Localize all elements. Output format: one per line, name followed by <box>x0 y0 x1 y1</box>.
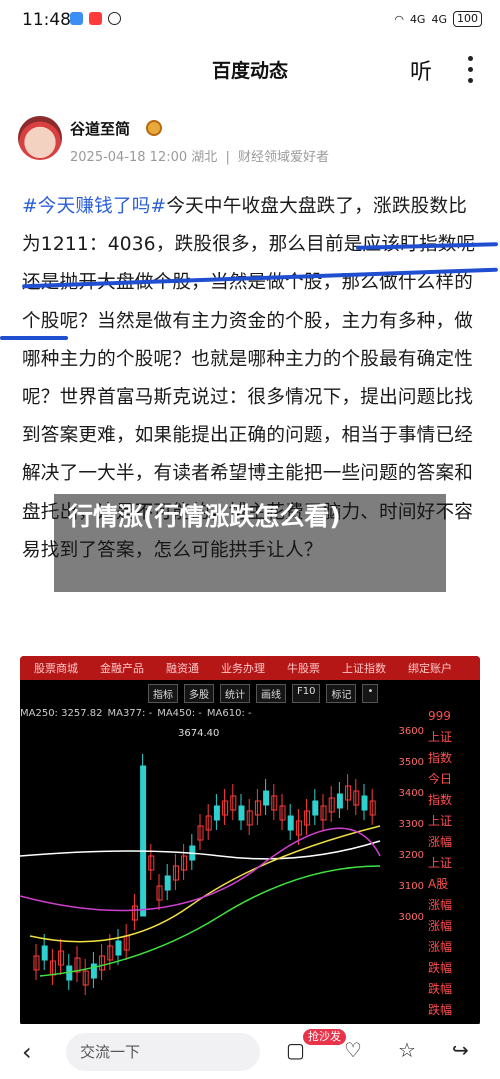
chart-side-item-6: 涨幅 <box>428 835 453 849</box>
status-time: 11:48 <box>22 10 71 30</box>
battery-icon: 100 <box>453 11 482 27</box>
chart-tool-button-1: 多股 <box>184 684 214 703</box>
author-meta: 2025-04-18 12:00 湖北 | 财经领域爱好者 <box>70 146 329 165</box>
author-tag: 财经领域爱好者 <box>237 150 329 165</box>
post-date: 2025-04-18 12:00 <box>70 150 188 165</box>
signal-icon: 4G <box>409 12 426 26</box>
candle-body <box>287 815 294 831</box>
medal-icon <box>146 120 162 136</box>
message-icon <box>89 12 102 25</box>
chart-tool-button-2: 统计 <box>220 684 250 703</box>
candle-body <box>164 875 171 891</box>
candle-body <box>115 940 122 956</box>
wifi-icon: ◠ <box>394 12 404 26</box>
back-arrow-icon[interactable]: ‹ <box>22 1038 32 1066</box>
chart-side-item-1: 上证 <box>428 730 453 744</box>
comment-input[interactable]: 交流一下 <box>66 1033 260 1071</box>
chart-side-item-11: 涨幅 <box>428 940 453 954</box>
notification-icons <box>70 12 121 25</box>
stock-chart-image[interactable]: 股票商城 金融产品 融资通 业务办理 牛股票 上证指数 绑定账户 指标 多股 统计 画线 F10 标记… <box>20 656 480 1026</box>
chart-topbar: 股票商城 金融产品 融资通 业务办理 牛股票 上证指数 绑定账户 <box>20 656 480 680</box>
peak-label: 3674.40 <box>178 728 219 739</box>
chart-tool-button-0: 指标 <box>148 684 178 703</box>
chart-side-item-7: 上证 <box>428 856 453 870</box>
candle-body <box>361 795 368 811</box>
comment-icon[interactable]: ▢ <box>286 1038 305 1062</box>
share-icon[interactable]: ↪ <box>452 1038 469 1062</box>
chart-tool-button-5: 标记 <box>326 684 357 703</box>
avatar[interactable] <box>18 116 62 160</box>
chart-side-item-2: 指数 <box>428 751 453 765</box>
favorite-icon[interactable]: ☆ <box>398 1038 416 1062</box>
candle-body <box>238 805 245 821</box>
app-icon <box>70 12 83 25</box>
candle-body <box>336 793 343 809</box>
chart-topbar-item-2: 融资通 <box>166 662 199 675</box>
post-location: 湖北 <box>191 150 218 165</box>
alarm-icon <box>108 12 121 25</box>
author-header: 谷道至简 2025-04-18 12:00 湖北 | 财经领域爱好者 <box>18 116 488 170</box>
chart-toolbar: 指标 多股 统计 画线 F10 标记 • <box>148 684 379 703</box>
chart-topbar-item-4: 牛股票 <box>287 662 320 675</box>
chart-side-item-3: 今日 <box>428 772 453 786</box>
highlight-underline <box>0 336 68 340</box>
status-bar: 11:48 ◠ 4G 4G 100 <box>0 0 500 40</box>
candlestick-plot: 3674.40 <box>20 728 381 995</box>
chart-topbar-item-3: 业务办理 <box>221 662 265 675</box>
chart-side-item-9: 涨幅 <box>428 898 453 912</box>
status-right: ◠ 4G 4G 100 <box>394 11 482 27</box>
more-menu-icon[interactable] <box>468 56 474 83</box>
chart-side-item-14: 跌幅 <box>428 1003 453 1017</box>
chart-side-item-12: 跌幅 <box>428 961 453 975</box>
ma-line-3 <box>39 865 381 977</box>
title-bar: 百度动态 听 <box>0 44 500 94</box>
candle-body <box>41 945 48 961</box>
chart-side-item-0: 999 <box>428 709 451 723</box>
chart-side-item-5: 上证 <box>428 814 453 828</box>
author-name[interactable]: 谷道至简 <box>70 118 130 139</box>
chart-side-item-8: A股 <box>428 877 449 891</box>
chart-side-item-4: 指数 <box>428 793 453 807</box>
chart-topbar-item-6: 绑定账户 <box>408 662 452 675</box>
listen-button[interactable]: 听 <box>410 54 432 86</box>
bottom-bar: ‹ 交流一下 ▢ 抢沙发 ♡ ☆ ↪ <box>0 1024 500 1079</box>
hashtag-link[interactable]: #今天赚钱了吗# <box>22 196 166 217</box>
candle-body <box>140 765 147 917</box>
chart-tool-button-3: 画线 <box>256 684 286 703</box>
chart-side-panel: 999 上证 指数 今日 指数 上证 涨幅 上证 A股 涨幅 涨幅 涨幅 跌幅 跌幅 跌幅 <box>428 706 480 1021</box>
sofa-badge: 抢沙发 <box>303 1029 346 1045</box>
candle-body <box>312 800 319 816</box>
meta-separator: | <box>225 150 230 165</box>
candle-body <box>90 963 97 979</box>
chart-topbar-item-5: 上证指数 <box>342 662 386 675</box>
overlay-title: 行情涨(行情涨跌怎么看) <box>68 502 341 531</box>
like-icon[interactable]: ♡ <box>344 1038 362 1062</box>
chart-side-item-10: 涨幅 <box>428 919 453 933</box>
chart-tool-button-6: • <box>362 684 379 703</box>
candle-body <box>213 805 220 821</box>
chart-topbar-item-1: 金融产品 <box>100 662 144 675</box>
chart-tool-button-4: F10 <box>292 684 321 703</box>
chart-topbar-item-0: 股票商城 <box>34 662 78 675</box>
signal-icon-2: 4G <box>431 12 447 26</box>
candle-body <box>263 790 270 806</box>
chart-side-item-13: 跌幅 <box>428 982 453 996</box>
